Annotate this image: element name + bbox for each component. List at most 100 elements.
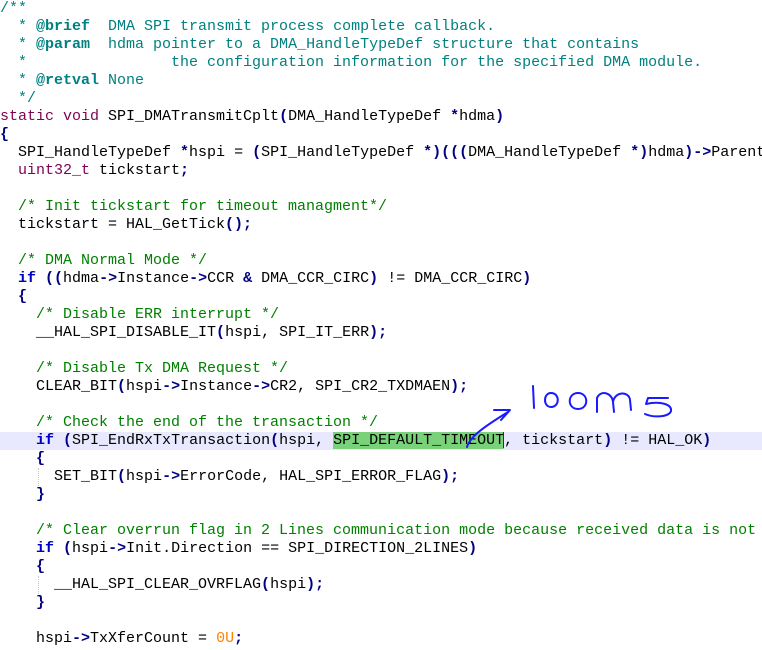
code-token: { xyxy=(0,558,46,575)
code-token: , tickstart xyxy=(504,432,604,449)
code-token: /* Init tickstart for timeout managment*… xyxy=(0,198,388,215)
code-token: { xyxy=(0,288,28,305)
code-token: None xyxy=(99,72,145,89)
code-line[interactable]: /** xyxy=(0,0,762,18)
code-editor[interactable]: /** * @brief DMA SPI transmit process co… xyxy=(0,0,762,650)
code-token: } xyxy=(0,594,46,611)
code-line[interactable]: /* Disable Tx DMA Request */ xyxy=(0,360,762,378)
code-token: tickstart xyxy=(90,162,181,179)
code-token: /* Check the end of the transaction */ xyxy=(0,414,379,431)
code-line[interactable] xyxy=(0,180,762,198)
code-token: DMA_CCR_CIRC xyxy=(252,270,370,287)
code-token: /* DMA Normal Mode */ xyxy=(0,252,208,269)
code-token: { xyxy=(0,450,46,467)
code-line[interactable]: /* Check the end of the transaction */ xyxy=(0,414,762,432)
code-token: ) xyxy=(369,270,379,287)
code-token: } xyxy=(0,486,46,503)
code-token: -> xyxy=(189,270,208,287)
code-line[interactable]: SPI_HandleTypeDef *hspi = (SPI_HandleTyp… xyxy=(0,144,762,162)
code-token: ) xyxy=(495,108,505,125)
code-line[interactable]: /* Clear overrun flag in 2 Lines communi… xyxy=(0,522,762,540)
code-line[interactable]: hspi->TxXferCount = 0U; xyxy=(0,630,762,648)
code-line[interactable]: } xyxy=(0,594,762,612)
code-line[interactable]: static void SPI_DMATransmitCplt(DMA_Hand… xyxy=(0,108,762,126)
code-token: (( xyxy=(45,270,64,287)
code-line[interactable] xyxy=(0,612,762,630)
code-line[interactable]: { xyxy=(0,288,762,306)
code-token: hdma pointer to a DMA_HandleTypeDef stru… xyxy=(90,36,640,53)
code-token: hspi xyxy=(72,540,109,557)
code-line[interactable]: if ((hdma->Instance->CCR & DMA_CCR_CIRC)… xyxy=(0,270,762,288)
code-token: ( xyxy=(270,432,280,449)
code-token: ; xyxy=(234,630,244,647)
indent-guide xyxy=(38,576,39,594)
code-token: ( xyxy=(117,378,127,395)
code-token: Parent xyxy=(711,144,762,161)
code-token: if xyxy=(0,432,55,449)
code-token: /* Disable Tx DMA Request */ xyxy=(0,360,289,377)
code-token: @retval xyxy=(36,72,100,89)
code-line[interactable]: * @retval None xyxy=(0,72,762,90)
code-token: static void xyxy=(0,108,100,125)
code-token: ) xyxy=(468,540,478,557)
code-token: ( xyxy=(117,468,127,485)
code-token: ) xyxy=(522,270,532,287)
code-line[interactable] xyxy=(0,234,762,252)
code-line[interactable]: { xyxy=(0,126,762,144)
code-line[interactable]: tickstart = HAL_GetTick(); xyxy=(0,216,762,234)
code-line[interactable]: CLEAR_BIT(hspi->Instance->CR2, SPI_CR2_T… xyxy=(0,378,762,396)
code-line[interactable]: */ xyxy=(0,90,762,108)
code-token: */ xyxy=(0,90,37,107)
code-line[interactable]: uint32_t tickstart; xyxy=(0,162,762,180)
code-token: hspi xyxy=(189,144,235,161)
code-token: hspi, xyxy=(279,432,334,449)
code-line[interactable] xyxy=(0,396,762,414)
code-line[interactable]: } xyxy=(0,486,762,504)
code-token: if xyxy=(0,270,37,287)
code-line[interactable]: * @brief DMA SPI transmit process comple… xyxy=(0,18,762,36)
code-token: { xyxy=(0,126,10,143)
code-token: -> xyxy=(108,540,127,557)
code-line[interactable]: { xyxy=(0,450,762,468)
code-line[interactable]: { xyxy=(0,558,762,576)
code-token: hspi xyxy=(126,378,163,395)
code-token: tickstart = HAL_GetTick xyxy=(0,216,226,233)
code-token: SPI_HandleTypeDef xyxy=(261,144,424,161)
code-line[interactable] xyxy=(0,504,762,522)
code-token: )-> xyxy=(684,144,712,161)
code-token: hspi xyxy=(0,630,73,647)
code-token: -> xyxy=(99,270,118,287)
code-line[interactable]: * @param hdma pointer to a DMA_HandleTyp… xyxy=(0,36,762,54)
code-token: CLEAR_BIT xyxy=(0,378,118,395)
code-token: ( xyxy=(216,324,226,341)
code-token: hdma xyxy=(459,108,496,125)
code-line[interactable]: __HAL_SPI_DISABLE_IT(hspi, SPI_IT_ERR); xyxy=(0,324,762,342)
code-token: CR2, SPI_CR2_TXDMAEN xyxy=(270,378,451,395)
code-line[interactable]: /* Disable ERR interrupt */ xyxy=(0,306,762,324)
highlighted-token: SPI_DEFAULT_TIMEOUT xyxy=(333,432,505,449)
code-token: != HAL_OK xyxy=(612,432,703,449)
code-line[interactable]: if (hspi->Init.Direction == SPI_DIRECTIO… xyxy=(0,540,762,558)
code-token: ( xyxy=(252,144,262,161)
code-token: hspi xyxy=(270,576,307,593)
code-line-current[interactable]: if (SPI_EndRxTxTransaction(hspi, SPI_DEF… xyxy=(0,432,762,450)
code-token: DMA_HandleTypeDef xyxy=(288,108,451,125)
code-token: __HAL_SPI_CLEAR_OVRFLAG xyxy=(0,576,262,593)
code-token: /* Clear overrun flag in 2 Lines communi… xyxy=(0,522,757,539)
code-line[interactable]: SET_BIT(hspi->ErrorCode, HAL_SPI_ERROR_F… xyxy=(0,468,762,486)
code-line[interactable]: * the configuration information for the … xyxy=(0,54,762,72)
code-token: TxXferCount = xyxy=(90,630,217,647)
code-token: * xyxy=(180,144,190,161)
code-line[interactable] xyxy=(0,342,762,360)
code-line[interactable]: /* DMA Normal Mode */ xyxy=(0,252,762,270)
code-token: ( xyxy=(63,432,73,449)
code-token: /* Disable ERR interrupt */ xyxy=(0,306,280,323)
code-line[interactable]: __HAL_SPI_CLEAR_OVRFLAG(hspi); xyxy=(0,576,762,594)
code-token: -> xyxy=(72,630,91,647)
code-line[interactable]: /* Init tickstart for timeout managment*… xyxy=(0,198,762,216)
code-token: Instance xyxy=(117,270,190,287)
code-token: /** xyxy=(0,0,28,17)
